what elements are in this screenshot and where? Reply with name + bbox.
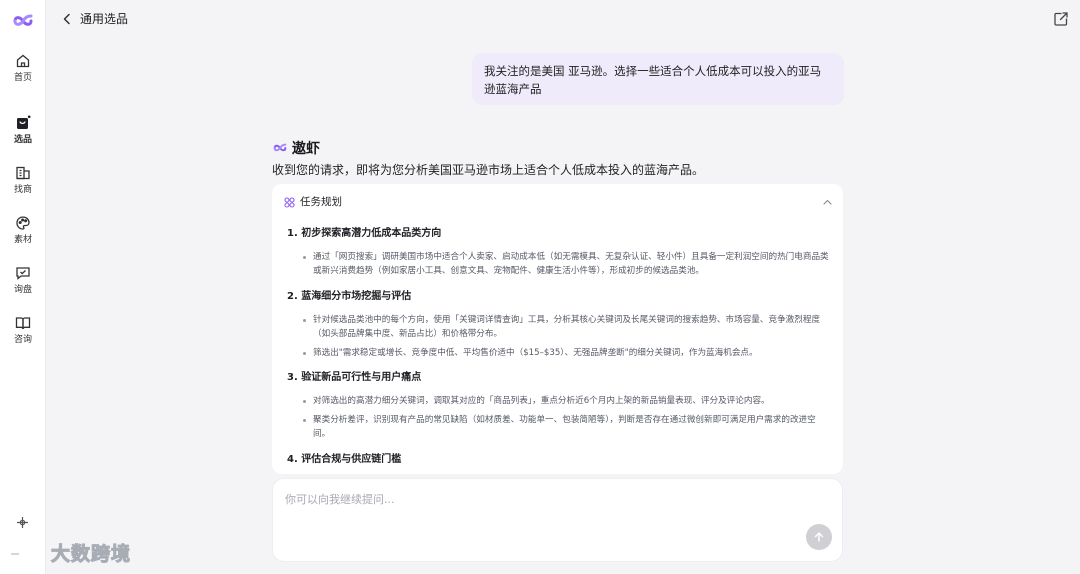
task-step-title: 3. 验证新品可行性与用户痛点 (287, 372, 422, 383)
chevron-left-icon[interactable] (60, 12, 74, 26)
task-plan-header[interactable]: 任务规划 (284, 196, 342, 209)
watermark: 大数跨境 (6, 539, 131, 566)
task-step-bullet: 针对候选品类池中的每个方向，使用「关键词详情查询」工具，分析其核心关键词及长尾关… (302, 313, 832, 341)
watermark-text: 大数跨境 (50, 543, 132, 566)
task-plan-icon (284, 197, 295, 208)
watermark-logo-icon (8, 542, 45, 561)
chevron-up-icon[interactable] (822, 197, 833, 208)
sidebar-item-consult[interactable]: 咨询 (0, 315, 46, 355)
task-plan-card: 任务规划 1. 初步探索高潜力低成本品类方向 通过「网页搜索」调研美国市场中适合… (272, 184, 843, 474)
assistant-intro-text: 收到您的请求，即将为您分析美国亚马逊市场上适合个人低成本投入的蓝海产品。 (272, 163, 705, 177)
sidebar-item-label: 咨询 (13, 335, 32, 345)
sidebar-item-label: 询盘 (13, 285, 32, 295)
task-step-bullet: 通过「网页搜索」调研美国市场中适合个人卖家、启动成本低（如无需模具、无复杂认证、… (302, 250, 832, 278)
external-link-icon[interactable] (1053, 11, 1069, 27)
palette-icon (16, 216, 30, 230)
sidebar-item-label: 素材 (13, 235, 32, 245)
sidebar-item-materials[interactable]: 素材 (0, 215, 46, 255)
user-message-bubble: 我关注的是美国 亚马逊。选择一些适合个人低成本可以投入的亚马逊蓝海产品 (472, 53, 844, 105)
book-icon (15, 317, 31, 330)
task-step-title: 2. 蓝海细分市场挖掘与评估 (287, 291, 412, 302)
sidebar: 首页 选品 找商 素材 询盘 咨询 (0, 0, 46, 574)
building-icon (16, 166, 30, 180)
sidebar-item-label: 选品 (13, 135, 32, 145)
task-step-title: 1. 初步探索高潜力低成本品类方向 (287, 228, 442, 239)
sidebar-item-suppliers[interactable]: 找商 (0, 165, 46, 205)
chat-input[interactable] (285, 489, 805, 509)
arrow-up-icon (814, 532, 824, 542)
sidebar-item-label: 找商 (13, 185, 32, 195)
task-step-bullet: 筛选出"需求稳定或增长、竞争度中低、平均售价适中（$15–$35）、无强品牌垄断… (302, 346, 832, 360)
sidebar-item-label: 首页 (13, 73, 32, 83)
plus-icon[interactable] (15, 515, 30, 530)
page-title: 通用选品 (80, 12, 129, 26)
task-step-bullet: 聚类分析差评，识别现有产品的常见缺陷（如材质差、功能单一、包装简陋等），判断是否… (302, 413, 832, 441)
chat-input-box (272, 478, 843, 562)
home-icon (16, 54, 30, 68)
sidebar-item-home[interactable]: 首页 (0, 53, 46, 93)
shopping-bag-icon (17, 115, 31, 129)
logo-icon (273, 143, 287, 152)
assistant-name: 遨虾 (292, 141, 320, 157)
inquiry-icon (16, 267, 30, 280)
send-button[interactable] (806, 524, 832, 550)
logo-icon[interactable] (12, 12, 34, 30)
task-plan-title: 任务规划 (300, 196, 342, 208)
task-step-bullet: 对筛选出的高潜力细分关键词，调取其对应的「商品列表」，重点分析近6个月内上架的新… (302, 394, 832, 408)
sidebar-item-selection[interactable]: 选品 (0, 115, 46, 155)
sidebar-item-inquiry[interactable]: 询盘 (0, 265, 46, 305)
task-step-title: 4. 评估合规与供应链门槛 (287, 454, 402, 465)
assistant-header: 遨虾 (272, 138, 320, 158)
